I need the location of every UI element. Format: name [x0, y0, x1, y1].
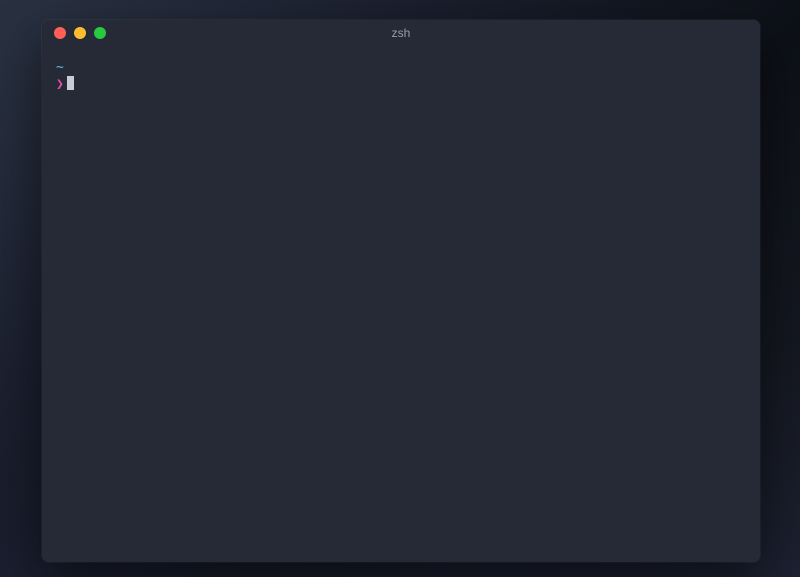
prompt-line[interactable]: ❯ — [56, 76, 746, 93]
traffic-lights — [42, 27, 106, 39]
terminal-window: zsh ~ ❯ — [42, 20, 760, 562]
prompt-symbol: ❯ — [56, 77, 64, 92]
maximize-icon[interactable] — [94, 27, 106, 39]
close-icon[interactable] — [54, 27, 66, 39]
window-title: zsh — [42, 26, 760, 40]
cwd-text: ~ — [56, 60, 64, 75]
cwd-line: ~ — [56, 60, 746, 76]
minimize-icon[interactable] — [74, 27, 86, 39]
cursor-block — [67, 76, 74, 90]
window-titlebar[interactable]: zsh — [42, 20, 760, 46]
terminal-body[interactable]: ~ ❯ — [42, 46, 760, 562]
